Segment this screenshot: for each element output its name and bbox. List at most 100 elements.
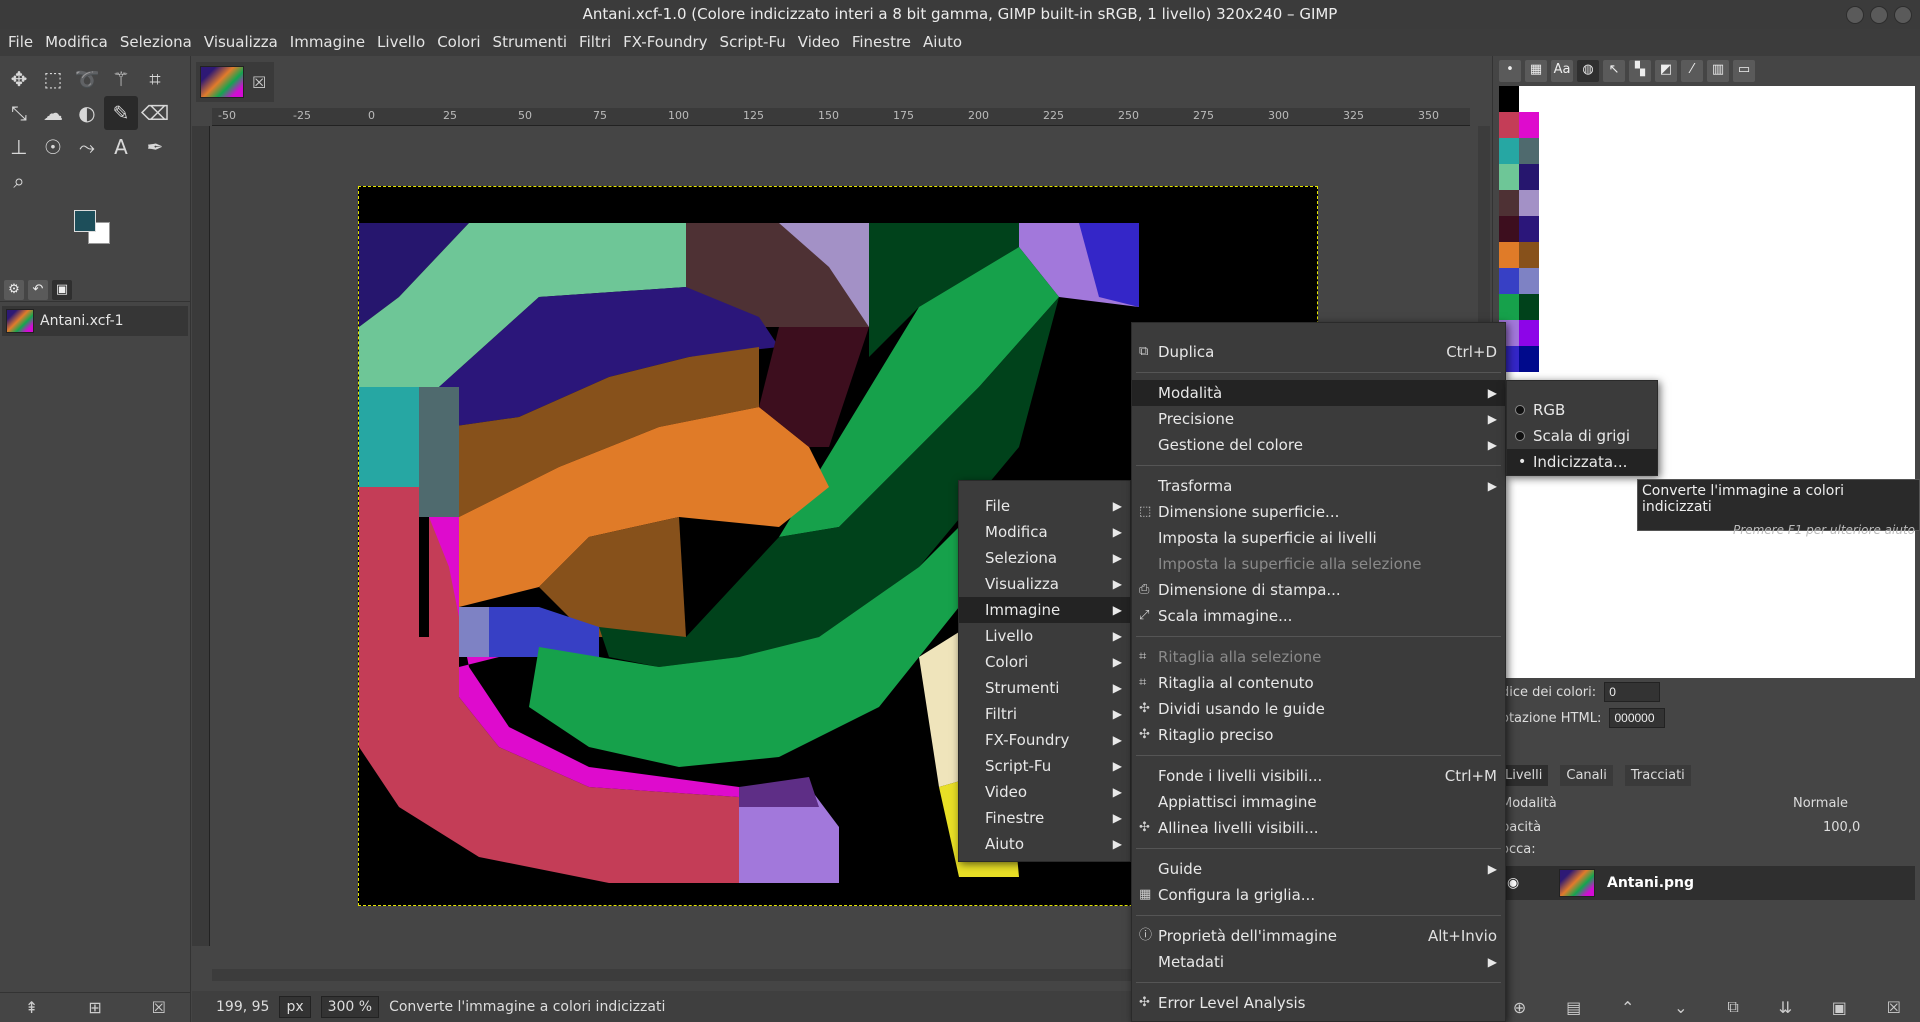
- menu-mode-indicizzata[interactable]: • Indicizzata...: [1507, 449, 1657, 475]
- menu-seleziona[interactable]: Seleziona: [114, 29, 198, 56]
- color-index-input[interactable]: [1604, 682, 1661, 702]
- new-layer-icon[interactable]: ⊕: [1513, 998, 1526, 1017]
- ctx-video[interactable]: Video ▶: [959, 779, 1130, 805]
- ctx-modifica[interactable]: Modifica ▶: [959, 519, 1130, 545]
- menu-duplica[interactable]: ⧉ Duplica Ctrl+D: [1132, 339, 1505, 365]
- delete-icon[interactable]: ☒: [152, 998, 166, 1017]
- image-list-item[interactable]: Antani.xcf-1: [2, 306, 188, 336]
- menu-ritaglia-contenuto[interactable]: ⌗ Ritaglia al contenuto: [1132, 670, 1505, 696]
- menu-ritaglio-preciso[interactable]: ✣ Ritaglio preciso: [1132, 722, 1505, 748]
- minimize-button[interactable]: [1846, 6, 1864, 24]
- ctx-immagine[interactable]: Immagine ▶: [959, 597, 1130, 623]
- fonts-tab-icon[interactable]: Aa: [1551, 60, 1573, 82]
- menu-imposta-superficie-livelli[interactable]: Imposta la superficie ai livelli: [1132, 525, 1505, 551]
- move-icon[interactable]: ✥: [2, 62, 36, 96]
- brushes-tab-icon[interactable]: •: [1499, 60, 1521, 82]
- menu-dimensione-stampa[interactable]: ⎙ Dimensione di stampa...: [1132, 577, 1505, 603]
- new-display-icon[interactable]: ⊞: [88, 998, 101, 1017]
- eye-icon[interactable]: ◉: [1507, 875, 1519, 891]
- layer-row[interactable]: ◉ Antani.png: [1499, 866, 1915, 900]
- menu-mode-rgb[interactable]: RGB: [1507, 397, 1657, 423]
- lower-layer-icon[interactable]: ⌄: [1674, 998, 1687, 1017]
- delete-layer-icon[interactable]: ☒: [1887, 998, 1901, 1017]
- menu-immagine[interactable]: Immagine: [284, 29, 371, 56]
- palette-swatch[interactable]: [1499, 268, 1519, 294]
- close-button[interactable]: [1894, 6, 1912, 24]
- text-icon[interactable]: A: [104, 130, 138, 164]
- ctx-fx-foundry[interactable]: FX-Foundry ▶: [959, 727, 1130, 753]
- new-group-icon[interactable]: ▤: [1566, 998, 1581, 1017]
- palette-swatch[interactable]: [1519, 346, 1539, 372]
- menu-livello[interactable]: Livello: [371, 29, 431, 56]
- menu-precisione[interactable]: Precisione ▶: [1132, 406, 1505, 432]
- palette-swatch[interactable]: [1499, 86, 1519, 112]
- zoom-icon[interactable]: ⌕: [2, 164, 36, 198]
- raise-layer-icon[interactable]: ⌃: [1621, 998, 1634, 1017]
- menu-fonde-livelli[interactable]: Fonde i livelli visibili... Ctrl+M: [1132, 763, 1505, 789]
- menu-scala-immagine[interactable]: ⤢ Scala immagine...: [1132, 603, 1505, 629]
- maximize-button[interactable]: [1870, 6, 1888, 24]
- fuzzy-select-icon[interactable]: ⚚: [104, 62, 138, 96]
- clone-icon[interactable]: ⊥: [2, 130, 36, 164]
- tab-canali[interactable]: Canali: [1560, 764, 1613, 786]
- menu-script-fu[interactable]: Script-Fu: [714, 29, 792, 56]
- palette-swatch[interactable]: [1519, 294, 1539, 320]
- ctx-finestre[interactable]: Finestre ▶: [959, 805, 1130, 831]
- menu-file[interactable]: File: [2, 29, 39, 56]
- patterns-tab-icon[interactable]: ▦: [1525, 60, 1547, 82]
- menu-finestre[interactable]: Finestre: [846, 29, 917, 56]
- palette-tab-icon[interactable]: ◍: [1577, 60, 1599, 82]
- gradients-tab-icon[interactable]: ▥: [1707, 60, 1729, 82]
- tab-tracciati[interactable]: Tracciati: [1624, 764, 1691, 786]
- zoom-select[interactable]: 300 %: [320, 995, 380, 1018]
- opacity-value[interactable]: 100,0: [1823, 820, 1860, 835]
- brush-editor-tab-icon[interactable]: ⁄: [1681, 60, 1703, 82]
- tool-options-tab-icon[interactable]: ⚙: [4, 279, 24, 300]
- palette-swatch[interactable]: [1519, 86, 1539, 112]
- mask-icon[interactable]: ▣: [1832, 998, 1847, 1017]
- palette-swatch[interactable]: [1519, 112, 1539, 138]
- merge-layer-icon[interactable]: ⇊: [1779, 998, 1792, 1017]
- rect-select-icon[interactable]: ⬚: [36, 62, 70, 96]
- menu-visualizza[interactable]: Visualizza: [198, 29, 284, 56]
- ctx-aiuto[interactable]: Aiuto ▶: [959, 831, 1130, 857]
- palette-swatch[interactable]: [1519, 320, 1539, 346]
- paintbrush-icon[interactable]: ✎: [104, 96, 138, 130]
- palette-swatch[interactable]: [1519, 164, 1539, 190]
- ctx-visualizza[interactable]: Visualizza ▶: [959, 571, 1130, 597]
- ctx-file[interactable]: File ▶: [959, 493, 1130, 519]
- menu-colori[interactable]: Colori: [431, 29, 486, 56]
- raise-display-icon[interactable]: ⇞: [25, 998, 38, 1017]
- display-tab-icon[interactable]: ▭: [1733, 60, 1755, 82]
- menu-allinea-livelli[interactable]: ✣ Allinea livelli visibili...: [1132, 815, 1505, 841]
- bucket-fill-icon[interactable]: ◐: [70, 96, 104, 130]
- images-tab-icon[interactable]: ▣: [52, 279, 72, 300]
- channels-tab-icon[interactable]: ▚: [1629, 60, 1651, 82]
- paths-icon[interactable]: ⤳: [70, 130, 104, 164]
- menu-proprieta-immagine[interactable]: ⓘ Proprietà dell'immagine Alt+Invio: [1132, 923, 1505, 949]
- menu-gestione-colore[interactable]: Gestione del colore ▶: [1132, 432, 1505, 458]
- menu-aiuto[interactable]: Aiuto: [917, 29, 968, 56]
- ctx-livello[interactable]: Livello ▶: [959, 623, 1130, 649]
- menu-mode-grigi[interactable]: Scala di grigi: [1507, 423, 1657, 449]
- menu-filtri[interactable]: Filtri: [573, 29, 617, 56]
- ctx-script-fu[interactable]: Script-Fu ▶: [959, 753, 1130, 779]
- html-notation-input[interactable]: [1609, 708, 1666, 728]
- palette-swatch[interactable]: [1499, 138, 1519, 164]
- palette-swatch[interactable]: [1499, 294, 1519, 320]
- menu-imposta-superficie-selezione[interactable]: Imposta la superficie alla selezione: [1132, 551, 1505, 577]
- menu-dimensione-superficie[interactable]: ⬚ Dimensione superficie...: [1132, 499, 1505, 525]
- duplicate-layer-icon[interactable]: ⧉: [1727, 997, 1738, 1017]
- layer-mode-select[interactable]: Normale: [1793, 796, 1848, 811]
- undo-history-tab-icon[interactable]: ↶: [28, 279, 48, 300]
- menu-strumenti[interactable]: Strumenti: [487, 29, 573, 56]
- palette-swatch[interactable]: [1499, 190, 1519, 216]
- palette-swatch[interactable]: [1499, 164, 1519, 190]
- close-tab-icon[interactable]: ☒: [252, 73, 266, 92]
- eraser-icon[interactable]: ⌫: [138, 96, 172, 130]
- foreground-color-swatch[interactable]: [74, 210, 96, 232]
- palette-swatch[interactable]: [1519, 190, 1539, 216]
- unit-select[interactable]: px: [279, 995, 311, 1018]
- palette-swatch[interactable]: [1519, 216, 1539, 242]
- palette-swatch[interactable]: [1499, 216, 1519, 242]
